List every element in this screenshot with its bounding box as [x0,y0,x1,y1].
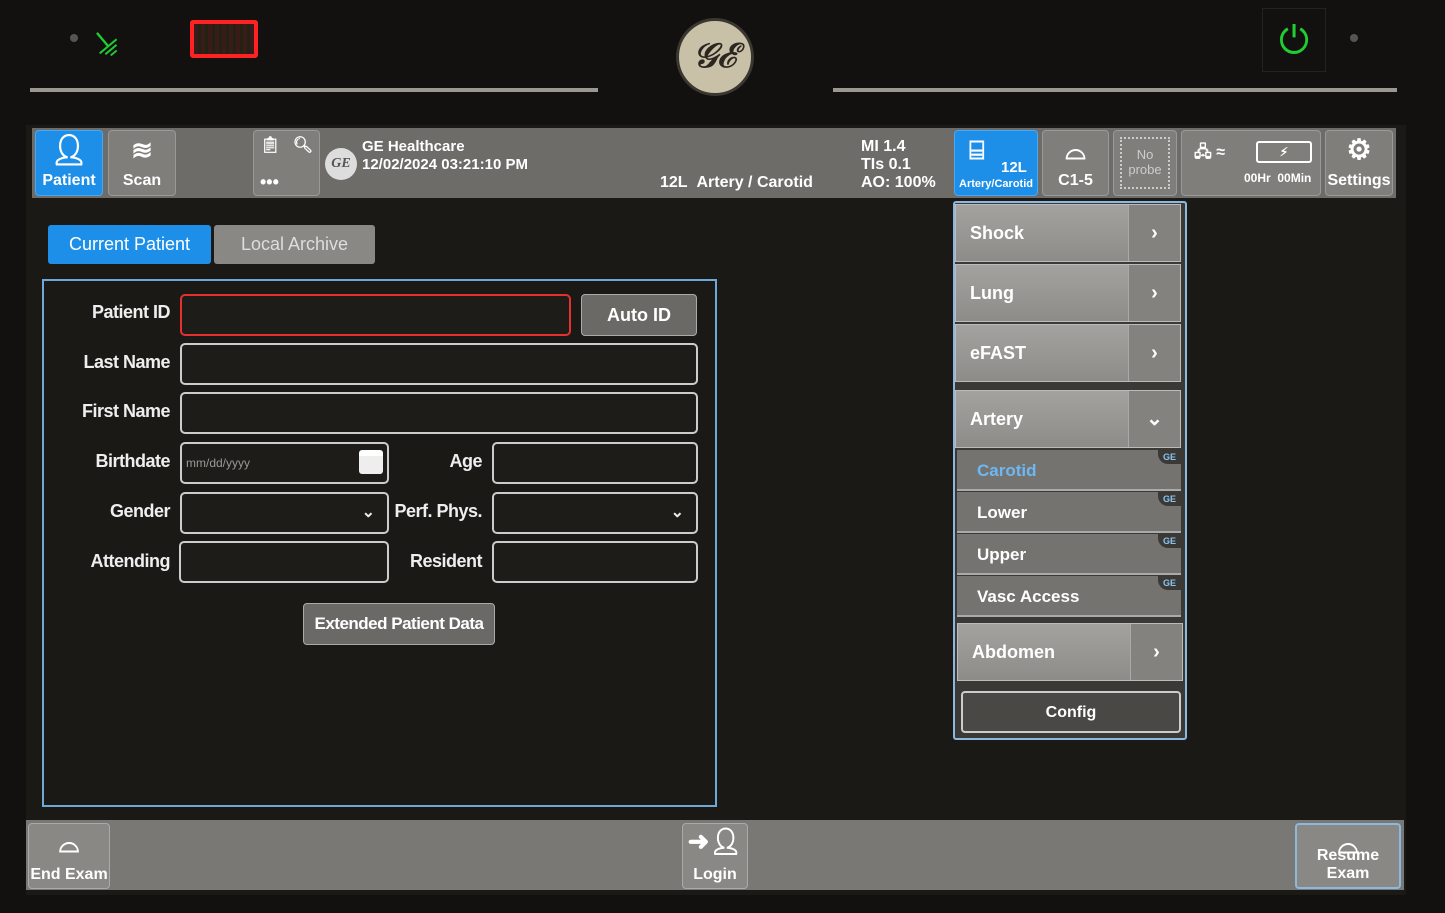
power-button[interactable]: ⏻ [1262,8,1326,72]
datetime: 12/02/2024 03:21:10 PM [362,156,528,173]
probe-12l-button[interactable]: ⌸ 12L Artery/Carotid [954,130,1038,196]
submenu-item-carotid[interactable]: Carotid GE [957,450,1181,491]
gender-label: Gender [109,501,171,521]
probe-name: 12L [1001,159,1027,176]
preset-name: Artery / Carotid [696,174,813,191]
ge-logo: 𝒢ℰ [676,18,754,96]
system-info: GE Healthcare 12/02/2024 03:21:10 PM [362,138,528,174]
chevron-right-icon: › [1128,205,1180,261]
current-preset: 12L Artery / Carotid [660,174,813,192]
search-icon: 🔍︎ [292,137,313,154]
patient-id-label: Patient ID [91,302,171,322]
patient-button[interactable]: 👤︎ Patient [35,130,103,196]
gear-icon: ⚙︎ [1346,134,1372,165]
battery-status-icon: ⚡︎ [1256,141,1312,163]
bezel-line-right [833,88,1397,92]
extended-patient-data-button[interactable]: Extended Patient Data [303,603,495,645]
menu-item-artery[interactable]: Artery ⌄ [955,390,1181,448]
bezel-dot [1350,34,1358,42]
ao-value: AO: 100% [861,174,936,191]
ge-badge: GE [1157,492,1181,506]
age-input[interactable] [492,442,698,484]
perf-phys-label: Perf. Phys. [394,501,482,521]
submenu-item-vasc-access[interactable]: Vasc Access GE [957,576,1181,617]
more-icon: ••• [260,172,279,192]
network-icon: 🖧︎ ≈ [1194,144,1226,161]
end-exam-button[interactable]: ⌓ End Exam [28,823,110,889]
menu-item-shock[interactable]: Shock › [955,204,1181,262]
chevron-down-icon: ⌄ [670,504,684,521]
clipboard-icon: 📋︎ [260,137,281,154]
ge-badge: GE [1157,576,1181,590]
tis-value: TIs 0.1 [861,156,911,173]
scan-button[interactable]: ≋ Scan [108,130,176,196]
battery-time: 00Hr 00Min [1244,171,1312,185]
chevron-right-icon: › [1128,325,1180,381]
ge-badge: GE [1157,534,1181,548]
attending-label: Attending [90,551,171,571]
auto-id-button[interactable]: Auto ID [581,294,697,336]
ge-logo-small: GE [325,148,357,180]
resident-input[interactable] [492,541,698,583]
no-probe-slot: No probe [1120,137,1170,189]
menu-item-abdomen[interactable]: Abdomen › [957,623,1183,681]
last-name-input[interactable] [180,343,698,385]
attending-input[interactable] [179,541,389,583]
tools-button[interactable]: 📋︎ 🔍︎ ••• [253,130,320,196]
login-icon: ➜👤︎ [687,826,743,856]
mi-value: MI 1.4 [861,138,906,155]
age-label: Age [449,451,482,471]
user-icon: 👤︎ [49,134,89,167]
bezel-line-left [30,88,598,92]
menu-item-lung[interactable]: Lung › [955,264,1181,322]
probe-preset: Artery/Carotid [959,178,1033,190]
calendar-icon[interactable] [359,450,383,474]
status-panel[interactable]: 🖧︎ ≈ ⚡︎ 00Hr 00Min [1181,130,1321,196]
company-name: GE Healthcare [362,138,465,155]
submenu-item-upper[interactable]: Upper GE [957,534,1181,575]
chevron-down-icon: ⌄ [361,504,375,521]
chevron-down-icon: ⌄ [1128,391,1180,447]
chevron-right-icon: › [1128,265,1180,321]
ultrasound-icon: ≋ [131,135,153,165]
preset-probe: 12L [660,174,688,191]
last-name-label: Last Name [83,352,170,372]
config-button[interactable]: Config [961,691,1181,733]
ge-badge: GE [1157,450,1181,464]
end-exam-icon: ⌓ [58,828,80,858]
gender-select[interactable]: ⌄ [180,492,389,534]
plug-icon: ⏚ [82,19,133,71]
probe-c1-5-button[interactable]: ⌓ C1-5 [1042,130,1109,196]
birthdate-label: Birthdate [95,451,170,471]
login-button[interactable]: ➜👤︎ Login [682,823,748,889]
first-name-input[interactable] [180,392,698,434]
resume-exam-button[interactable]: ⌓ Resume Exam [1295,823,1401,889]
settings-button[interactable]: ⚙︎ Settings [1325,130,1393,196]
birthdate-placeholder: mm/dd/yyyy [186,456,251,470]
perf-phys-select[interactable]: ⌄ [492,492,698,534]
patient-id-input[interactable] [180,294,571,336]
linear-probe-icon: ⌸ [969,135,985,165]
birthdate-input[interactable]: mm/dd/yyyy [180,442,389,484]
convex-probe-icon: ⌓ [1065,135,1086,165]
battery-icon [190,20,258,58]
no-probe-button[interactable]: No probe [1113,130,1177,196]
tab-local-archive[interactable]: Local Archive [214,225,375,264]
chevron-right-icon: › [1130,624,1182,680]
first-name-label: First Name [81,401,171,421]
tab-current-patient[interactable]: Current Patient [48,225,211,264]
submenu-item-lower[interactable]: Lower GE [957,492,1181,533]
acoustic-output: MI 1.4 TIs 0.1 AO: 100% [861,138,936,192]
resident-label: Resident [409,551,483,571]
menu-item-efast[interactable]: eFAST › [955,324,1181,382]
